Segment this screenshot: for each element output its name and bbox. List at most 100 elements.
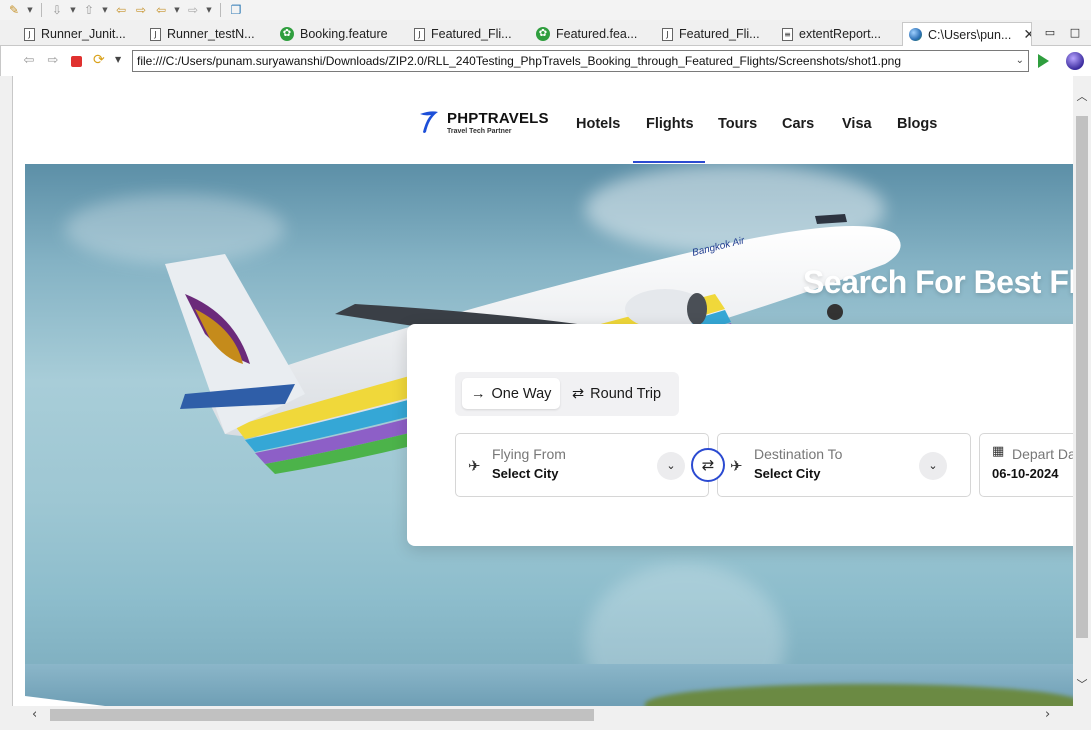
active-nav-indicator	[633, 161, 705, 163]
destination-field[interactable]: ✈ Destination To Select City ⌄	[717, 433, 971, 497]
go-icon[interactable]	[1038, 54, 1049, 68]
depart-date-label: Depart Da	[1012, 446, 1073, 462]
forward-icon[interactable]: ⇨	[45, 53, 61, 69]
swap-icon: ⇄	[701, 456, 715, 474]
tab-label: extentReport...	[799, 27, 881, 41]
browser-globe-icon[interactable]	[1066, 52, 1084, 70]
file-icon: J	[414, 27, 425, 41]
tab-browser-shot[interactable]: C:\Users\pun... ✕	[902, 22, 1032, 46]
ide-toolbar: ✎ ▼ ⇩ ▼ ⇧ ▼ ⇦ ⇨ ⇦ ▼ ⇨ ▼ ❐	[0, 0, 1091, 20]
dropdown-arrow-icon[interactable]: ▼	[26, 6, 34, 14]
dropdown-arrow-icon[interactable]: ▼	[101, 6, 109, 14]
plane-landing-icon: ✈	[730, 457, 743, 475]
horizontal-scroll-thumb[interactable]	[50, 709, 594, 721]
maximize-icon[interactable]: □	[1068, 26, 1082, 40]
url-input[interactable]: file:///C:/Users/punam.suryawanshi/Downl…	[132, 50, 1029, 72]
new-window-icon[interactable]: ❐	[228, 2, 244, 18]
forward-icon[interactable]: ⇨	[185, 2, 201, 18]
destination-value: Select City	[754, 466, 821, 481]
eclipse-browser-window: ✎ ▼ ⇩ ▼ ⇧ ▼ ⇦ ⇨ ⇦ ▼ ⇨ ▼ ❐ J Runner_Junit…	[0, 0, 1091, 730]
swap-cities-button[interactable]: ⇄	[691, 448, 725, 482]
tab-label: Runner_Junit...	[41, 27, 126, 41]
depart-date-field[interactable]: ▦ Depart Da 06-10-2024	[979, 433, 1073, 497]
dropdown-arrow-icon[interactable]: ▼	[115, 55, 121, 64]
close-icon[interactable]: ✕	[1023, 26, 1031, 43]
site-header: PHPTRAVELS Travel Tech Partner Hotels Fl…	[13, 76, 1073, 164]
chevron-down-icon[interactable]: ⌄	[657, 452, 685, 480]
site-logo[interactable]: PHPTRAVELS Travel Tech Partner	[417, 108, 549, 136]
nav-visa[interactable]: Visa	[842, 116, 872, 132]
toolbar-separator	[41, 3, 42, 17]
horizontal-scrollbar[interactable]: ‹ ›	[12, 706, 1073, 724]
toolbar-separator	[220, 3, 221, 17]
tab-runner-junit[interactable]: J Runner_Junit...	[18, 22, 132, 46]
browser-viewport: PHPTRAVELS Travel Tech Partner Hotels Fl…	[12, 76, 1073, 706]
chevron-down-icon[interactable]: ⌄	[919, 452, 947, 480]
scroll-up-icon[interactable]: ︿	[1076, 88, 1088, 104]
forward-edit-icon[interactable]: ⇨	[133, 2, 149, 18]
flight-search-card: → One Way ⇄ Round Trip ✈ Flying From Sel…	[407, 324, 1073, 546]
left-gutter	[0, 76, 12, 706]
scroll-down-icon[interactable]: ﹀	[1076, 676, 1088, 692]
hero-corner	[25, 696, 105, 706]
one-way-option[interactable]: → One Way	[462, 378, 561, 409]
next-annotation-icon[interactable]: ⇩	[49, 2, 65, 18]
logo-text: PHPTRAVELS Travel Tech Partner	[447, 110, 549, 135]
cucumber-icon: ✿	[280, 27, 294, 41]
dropdown-arrow-icon[interactable]: ▼	[69, 6, 77, 14]
vertical-scrollbar[interactable]: ︿ ﹀	[1073, 76, 1091, 706]
nav-tours[interactable]: Tours	[718, 116, 757, 132]
tab-label: C:\Users\pun...	[928, 27, 1012, 42]
tab-label: Featured.fea...	[556, 27, 638, 41]
arrow-right-icon: →	[471, 385, 486, 402]
tab-label: Runner_testN...	[167, 27, 255, 41]
swap-arrows-icon: ⇄	[572, 385, 585, 402]
tab-label: Featured_Fli...	[431, 27, 512, 41]
scroll-right-icon[interactable]: ›	[1045, 707, 1050, 722]
stop-icon[interactable]	[71, 56, 82, 67]
plane-takeoff-icon: ✈	[468, 457, 481, 475]
refresh-icon[interactable]: ⟳	[93, 52, 105, 68]
minimize-icon[interactable]: ▭	[1043, 26, 1057, 40]
flying-from-field[interactable]: ✈ Flying From Select City ⌄	[455, 433, 709, 497]
nav-flights[interactable]: Flights	[646, 116, 694, 132]
round-trip-label: Round Trip	[590, 385, 662, 402]
back-icon[interactable]: ⇦	[153, 2, 169, 18]
vertical-scroll-thumb[interactable]	[1076, 116, 1088, 638]
tab-featured-feature[interactable]: ✿ Featured.fea...	[530, 22, 648, 46]
tab-extent-report[interactable]: ≡ extentReport...	[776, 22, 898, 46]
tab-runner-testng[interactable]: J Runner_testN...	[144, 22, 262, 46]
brand-tagline: Travel Tech Partner	[447, 127, 512, 135]
tab-label: Booking.feature	[300, 27, 388, 41]
file-icon: J	[150, 27, 161, 41]
back-icon[interactable]: ⇦	[21, 53, 37, 69]
file-icon: J	[24, 27, 35, 41]
depart-date-value: 06-10-2024	[992, 466, 1059, 481]
logo-icon	[417, 108, 441, 136]
editor-tabs: J Runner_Junit... J Runner_testN... ✿ Bo…	[0, 22, 1091, 46]
scroll-left-icon[interactable]: ‹	[32, 707, 37, 722]
chevron-down-icon[interactable]: ⌄	[1016, 51, 1024, 71]
dropdown-arrow-icon[interactable]: ▼	[205, 6, 213, 14]
trip-type-toggle: → One Way ⇄ Round Trip	[455, 372, 679, 416]
hero-title: Search For Best Fli	[803, 264, 1073, 300]
nav-cars[interactable]: Cars	[782, 116, 814, 132]
flying-from-label: Flying From	[492, 446, 566, 462]
dropdown-arrow-icon[interactable]: ▼	[173, 6, 181, 14]
cucumber-icon: ✿	[536, 27, 550, 41]
one-way-label: One Way	[491, 385, 552, 402]
calendar-icon: ▦	[992, 444, 1005, 459]
tab-booking-feature[interactable]: ✿ Booking.feature	[274, 22, 392, 46]
back-edit-icon[interactable]: ⇦	[113, 2, 129, 18]
file-icon: J	[662, 27, 673, 41]
nav-blogs[interactable]: Blogs	[897, 116, 937, 132]
globe-icon	[909, 28, 922, 41]
round-trip-option[interactable]: ⇄ Round Trip	[563, 378, 670, 409]
nav-hotels[interactable]: Hotels	[576, 116, 620, 132]
prev-annotation-icon[interactable]: ⇧	[81, 2, 97, 18]
flying-from-value: Select City	[492, 466, 559, 481]
tab-featured-flights-2[interactable]: J Featured_Fli...	[656, 22, 768, 46]
tab-featured-flights-1[interactable]: J Featured_Fli...	[408, 22, 520, 46]
wand-icon[interactable]: ✎	[6, 2, 22, 18]
file-icon: ≡	[782, 27, 793, 41]
